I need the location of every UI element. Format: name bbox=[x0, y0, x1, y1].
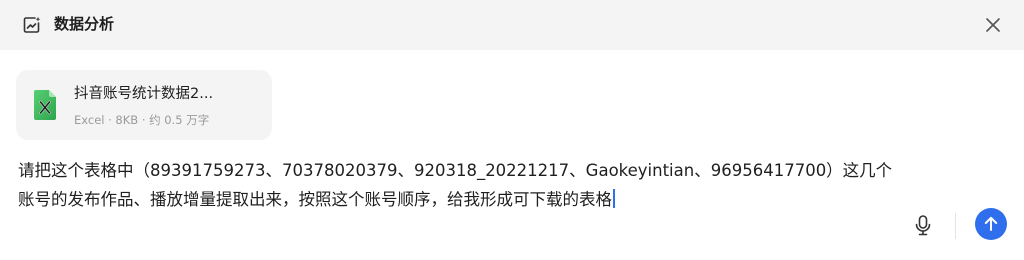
send-button[interactable] bbox=[975, 208, 1007, 240]
message-input[interactable]: 请把这个表格中（89391759273、70378020379、920318_2… bbox=[18, 156, 898, 214]
arrow-up-icon bbox=[984, 216, 998, 231]
attachment-card[interactable]: 抖音账号统计数据2... Excel · 8KB · 约 0.5 万字 bbox=[16, 70, 272, 140]
panel-header: 数据分析 bbox=[0, 0, 1024, 50]
close-icon bbox=[986, 18, 1000, 32]
panel-content: 抖音账号统计数据2... Excel · 8KB · 约 0.5 万字 请把这个… bbox=[0, 50, 1024, 260]
toolbar-divider bbox=[955, 213, 956, 239]
microphone-button[interactable] bbox=[910, 212, 936, 238]
text-caret bbox=[613, 189, 615, 208]
attachment-file-meta: Excel · 8KB · 约 0.5 万字 bbox=[74, 113, 210, 127]
message-input-text: 请把这个表格中（89391759273、70378020379、920318_2… bbox=[18, 161, 893, 209]
panel-title: 数据分析 bbox=[54, 15, 115, 33]
attachment-file-name: 抖音账号统计数据2... bbox=[74, 86, 214, 102]
data-analysis-panel: 数据分析 抖音账号统计数据2... Excel · 8KB · 约 0.5 万字… bbox=[0, 0, 1024, 260]
excel-file-icon bbox=[34, 90, 56, 120]
close-button[interactable] bbox=[980, 12, 1006, 38]
microphone-icon bbox=[915, 215, 931, 236]
chart-analysis-icon bbox=[22, 15, 42, 35]
